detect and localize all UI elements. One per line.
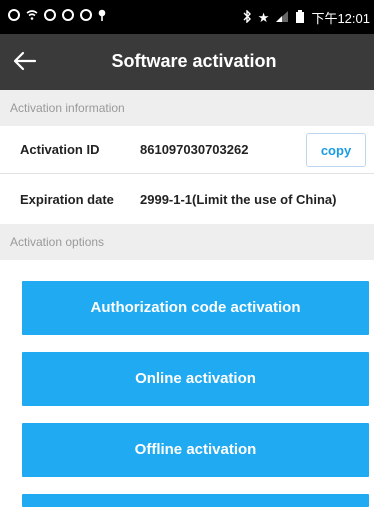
expiration-date-row: Expiration date 2999-1-1(Limit the use o…	[0, 174, 374, 224]
copy-button[interactable]: copy	[306, 133, 366, 167]
activation-id-value: 861097030703262	[140, 142, 249, 157]
status-right-icons: ★ 下午12:01	[242, 8, 370, 27]
bluetooth-icon	[242, 8, 252, 26]
section-header-activation-options: Activation options	[0, 224, 374, 260]
signal-icon	[275, 10, 289, 26]
status-left-icons	[8, 9, 106, 21]
offline-activation-button[interactable]: Offline activation	[22, 423, 369, 477]
status-bar: ★ 下午12:01	[0, 0, 374, 34]
status-time: 下午12:01	[311, 11, 370, 26]
app-bar: Software activation	[0, 34, 374, 90]
wifi-icon	[26, 9, 38, 21]
page-title: Software activation	[111, 51, 277, 71]
authorization-code-activation-button[interactable]: Authorization code activation	[22, 281, 369, 335]
location-icon	[98, 9, 106, 21]
settings-icon	[80, 9, 92, 21]
partially-visible-button[interactable]	[22, 494, 369, 507]
notification-icon	[8, 9, 20, 21]
battery-icon	[295, 9, 305, 26]
activation-id-label: Activation ID	[20, 142, 100, 157]
online-activation-button[interactable]: Online activation	[22, 352, 369, 406]
sync-icon	[44, 9, 56, 21]
activation-id-row: Activation ID 861097030703262 copy	[0, 126, 374, 174]
expiration-date-value: 2999-1-1(Limit the use of China)	[140, 192, 337, 207]
expiration-date-label: Expiration date	[20, 192, 114, 207]
star-icon: ★	[257, 9, 270, 25]
section-header-activation-information: Activation information	[0, 90, 374, 126]
clock-icon	[62, 9, 74, 21]
